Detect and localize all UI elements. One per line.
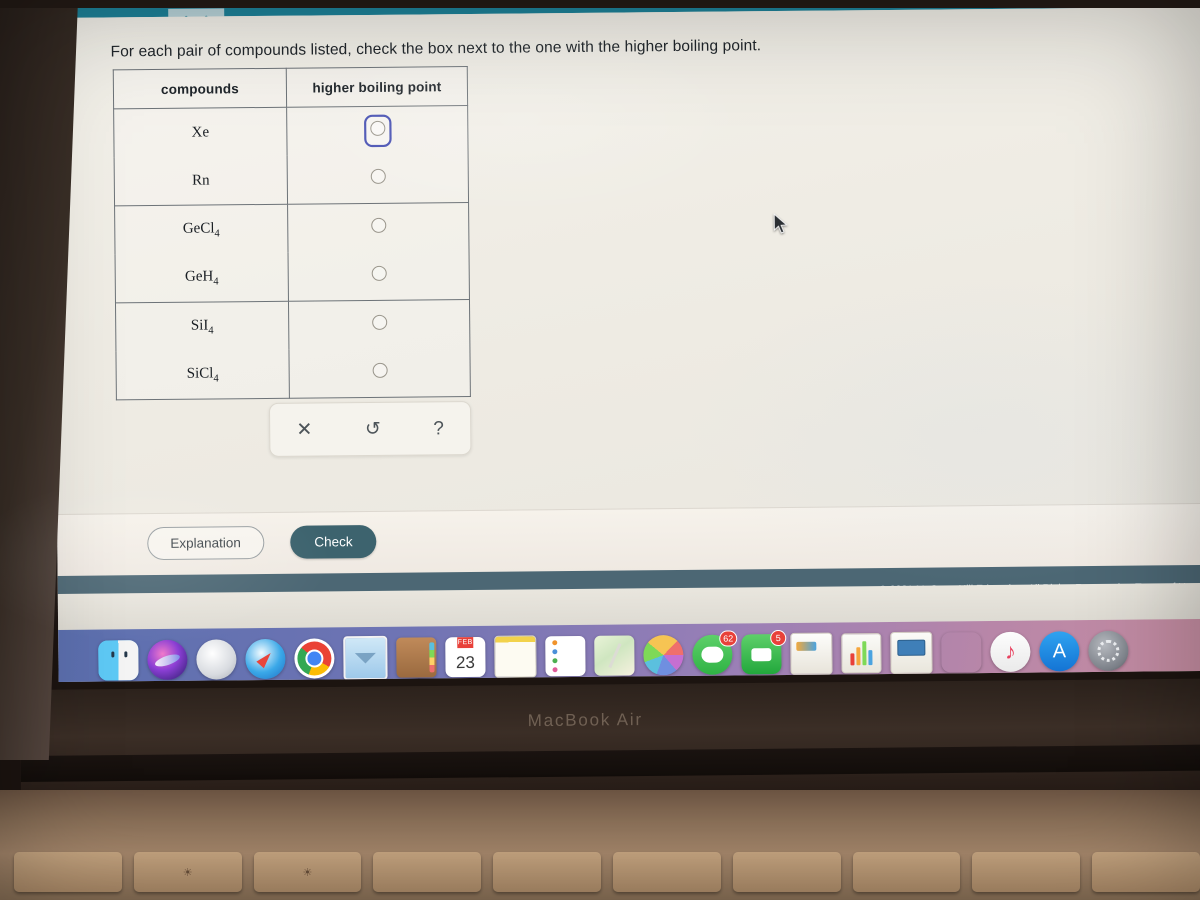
key-blank-1[interactable]: [14, 852, 122, 892]
clear-icon[interactable]: ✕: [287, 417, 321, 442]
dock-badge: 62: [719, 630, 738, 647]
help-icon[interactable]: ?: [424, 416, 453, 441]
table-row: SiI4: [115, 299, 470, 352]
laptop-photo: For each pair of compounds listed, check…: [0, 0, 1200, 900]
question-prompt: For each pair of compounds listed, check…: [110, 37, 762, 61]
key-keyboard-light[interactable]: [612, 852, 721, 892]
key-launchpad[interactable]: [493, 852, 601, 892]
dock-icon-reminders[interactable]: [545, 635, 586, 677]
compound-formula: SiCl4: [115, 349, 290, 400]
explanation-button[interactable]: Explanation: [147, 525, 265, 561]
radio-circle[interactable]: [372, 362, 388, 378]
column-header-compounds: compounds: [113, 68, 287, 109]
dock-icon-launchpad[interactable]: [196, 639, 237, 680]
screen-bezel-bottom: MacBook Air: [20, 678, 1200, 808]
laptop-hinge: [20, 744, 1200, 782]
question-page: For each pair of compounds listed, check…: [52, 6, 1200, 620]
dock-icon-no-entry[interactable]: [941, 632, 981, 672]
dock-icon-music[interactable]: [990, 631, 1031, 673]
answer-toolstrip: ✕ ↺ ?: [268, 400, 472, 457]
dock-badge: 5: [770, 629, 787, 647]
compound-formula: GeH4: [115, 252, 289, 303]
table-body: Xe Rn GeCl4 GeH4 SiI4 SiCl4: [113, 105, 471, 400]
radio-button-sii4[interactable]: [368, 311, 391, 339]
dock-icon-calendar[interactable]: FEB 23: [445, 636, 486, 678]
mouse-cursor: [773, 212, 789, 240]
dock-icon-siri[interactable]: [147, 639, 188, 681]
boiling-point-cell[interactable]: [287, 202, 470, 253]
laptop-keyboard-deck: ☀ ☀: [0, 790, 1200, 900]
screen-bezel-top: [0, 0, 1200, 8]
dock-icon-pages[interactable]: [790, 632, 833, 675]
dock-icon-facetime[interactable]: 5: [741, 629, 787, 675]
compound-formula: Rn: [114, 155, 288, 206]
boiling-point-cell[interactable]: [288, 348, 471, 399]
table-header-row: compounds higher boiling point: [113, 66, 468, 109]
dock-icon-contacts[interactable]: [396, 637, 437, 678]
boiling-point-cell[interactable]: [288, 251, 470, 302]
key-mute[interactable]: [1092, 852, 1200, 892]
laptop-screen: For each pair of compounds listed, check…: [52, 0, 1200, 682]
radio-circle[interactable]: [371, 314, 387, 330]
compound-formula: SiI4: [115, 301, 289, 352]
radio-button-sicl4[interactable]: [368, 359, 391, 387]
boiling-point-cell[interactable]: [288, 299, 470, 350]
dock-icon-photos[interactable]: [643, 634, 684, 676]
boiling-point-cell[interactable]: [286, 105, 469, 156]
dock-icon-maps[interactable]: [594, 635, 635, 676]
radio-circle[interactable]: [370, 168, 386, 184]
dock-icon-messages[interactable]: 62: [692, 630, 738, 675]
dock-icon-sysprefs[interactable]: [1088, 630, 1129, 672]
macos-dock: FEB23 62 5 A: [58, 618, 1200, 682]
dock-icon-keynote[interactable]: [890, 631, 933, 674]
macbook-model-label: MacBook Air: [527, 710, 644, 731]
dock-icon-mail[interactable]: [343, 635, 388, 681]
dock-icon-chrome[interactable]: [294, 638, 335, 679]
radio-button-rn[interactable]: [366, 165, 389, 193]
function-key-row: ☀ ☀: [0, 852, 1200, 900]
radio-circle[interactable]: [369, 120, 385, 136]
compound-formula: Xe: [113, 107, 288, 158]
key-brightness-down[interactable]: ☀: [133, 852, 242, 892]
radio-circle[interactable]: [370, 217, 386, 233]
key-mission-control[interactable]: [373, 852, 482, 892]
key-brightness-up[interactable]: ☀: [253, 852, 362, 892]
radio-button-geh4[interactable]: [367, 262, 390, 290]
dock-icon-finder[interactable]: [98, 640, 139, 681]
table-row: GeCl4: [114, 202, 470, 255]
key-play-pause[interactable]: [852, 852, 961, 892]
check-button[interactable]: Check: [290, 524, 377, 559]
table-row: Rn: [114, 154, 469, 206]
undo-icon[interactable]: ↺: [356, 416, 390, 441]
radio-circle[interactable]: [371, 265, 387, 281]
radio-button-gecl4[interactable]: [367, 214, 390, 242]
dock-icon-safari[interactable]: [245, 638, 286, 680]
dock-icon-numbers[interactable]: [841, 633, 882, 674]
key-forward[interactable]: [972, 852, 1081, 892]
table-row: SiCl4: [115, 348, 471, 400]
compound-formula: GeCl4: [114, 204, 289, 255]
table-row: Xe: [113, 105, 469, 158]
boiling-point-cell[interactable]: [287, 154, 469, 205]
dock-icon-notes[interactable]: [494, 635, 537, 678]
table-row: GeH4: [115, 251, 470, 303]
key-rewind[interactable]: [732, 852, 841, 892]
dock-icon-appstore[interactable]: A: [1039, 631, 1080, 672]
radio-button-xe[interactable]: [365, 116, 389, 145]
column-header-higher-boiling-point: higher boiling point: [286, 66, 468, 108]
boiling-point-table: compounds higher boiling point Xe Rn GeCl4…: [112, 66, 471, 401]
